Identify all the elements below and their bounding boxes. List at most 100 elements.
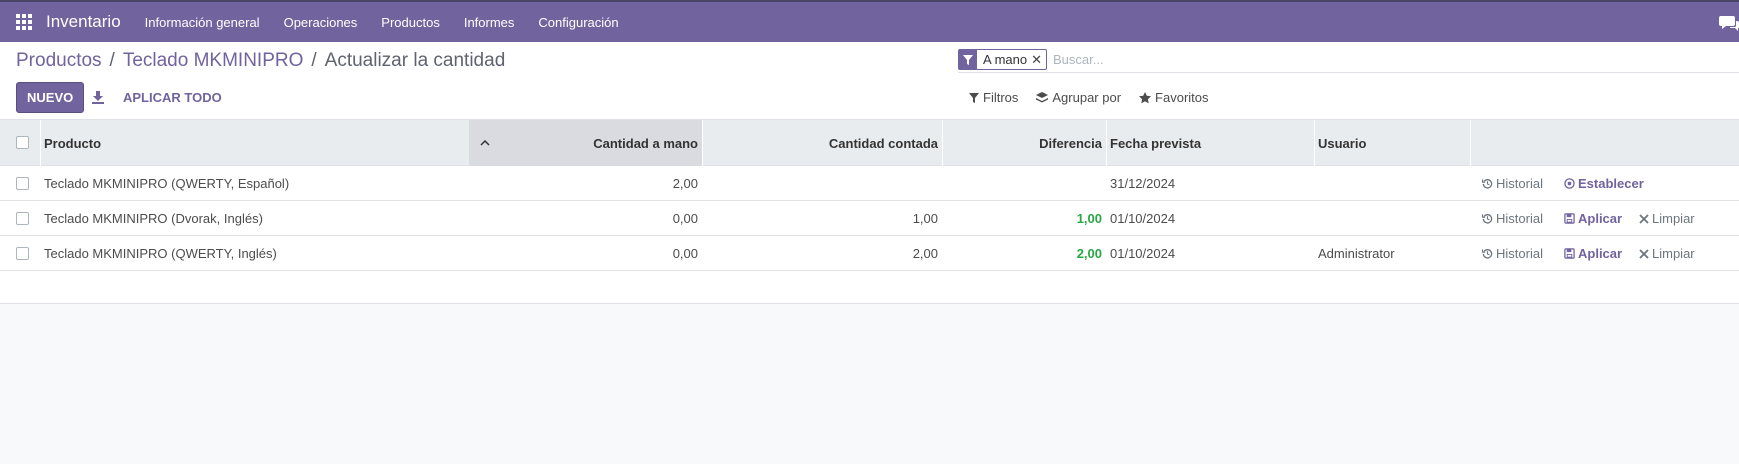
row-checkbox[interactable] <box>16 247 29 260</box>
breadcrumb-separator: / <box>109 50 115 71</box>
apply-label: Aplicar <box>1578 211 1623 226</box>
table-row[interactable]: Teclado MKMINIPRO (Dvorak, Inglés) 0,00 … <box>0 201 1739 236</box>
cell-user[interactable]: Administrator <box>1318 236 1468 271</box>
new-button[interactable]: NUEVO <box>16 82 85 113</box>
group-by-button[interactable]: Agrupar por <box>1036 90 1121 105</box>
search-options: Filtros Agrupar por Favoritos <box>969 90 1227 105</box>
close-icon <box>1639 213 1649 224</box>
apply-all-button[interactable]: APLICAR TODO <box>117 82 228 113</box>
search-input[interactable] <box>1053 52 1553 67</box>
search-facet: A mano ✕ <box>958 49 1047 70</box>
menu-informacion-general[interactable]: Información general <box>133 15 272 30</box>
cell-scheduled-date[interactable]: 31/12/2024 <box>1110 166 1310 201</box>
clear-button[interactable]: Limpiar <box>1639 201 1695 236</box>
search-bar: A mano ✕ <box>958 47 1739 73</box>
cell-product[interactable]: Teclado MKMINIPRO (QWERTY, Español) <box>44 166 464 201</box>
cell-on-hand[interactable]: 0,00 <box>500 236 698 271</box>
close-icon <box>1639 248 1649 259</box>
apply-button[interactable]: Aplicar <box>1564 236 1622 271</box>
cell-counted[interactable]: 2,00 <box>706 236 938 271</box>
download-icon[interactable] <box>91 90 105 104</box>
cell-user[interactable] <box>1318 201 1468 236</box>
table-header: Producto Cantidad a mano Cantidad contad… <box>0 120 1739 166</box>
top-navbar: Inventario Información general Operacion… <box>0 0 1739 42</box>
star-icon <box>1139 91 1152 103</box>
clear-label: Limpiar <box>1652 246 1695 261</box>
target-icon <box>1564 178 1575 189</box>
history-button[interactable]: Historial <box>1482 201 1543 236</box>
header-producto[interactable]: Producto <box>44 120 464 166</box>
apply-button[interactable]: Aplicar <box>1564 201 1622 236</box>
breadcrumb-productos[interactable]: Productos <box>16 50 102 72</box>
history-button[interactable]: Historial <box>1482 166 1543 201</box>
save-icon <box>1564 248 1575 259</box>
breadcrumb-current: Actualizar la cantidad <box>324 50 506 71</box>
row-checkbox[interactable] <box>16 212 29 225</box>
favorites-button[interactable]: Favoritos <box>1139 90 1209 105</box>
table-row[interactable]: Teclado MKMINIPRO (QWERTY, Inglés) 0,00 … <box>0 236 1739 271</box>
cell-user[interactable] <box>1318 166 1468 201</box>
column-divider <box>1314 120 1315 166</box>
history-label: Historial <box>1496 176 1543 191</box>
table-row[interactable]: Teclado MKMINIPRO (QWERTY, Español) 2,00… <box>0 166 1739 201</box>
chat-icon[interactable] <box>1719 14 1739 32</box>
breadcrumb-teclado[interactable]: Teclado MKMINIPRO <box>123 50 304 72</box>
history-label: Historial <box>1496 246 1543 261</box>
menu-informes[interactable]: Informes <box>452 15 527 30</box>
quants-table: Producto Cantidad a mano Cantidad contad… <box>0 120 1739 304</box>
menu-productos[interactable]: Productos <box>369 15 452 30</box>
sort-chevron-up-icon[interactable] <box>480 120 492 166</box>
filter-icon <box>969 92 979 103</box>
header-fecha-prevista[interactable]: Fecha prevista <box>1110 120 1310 166</box>
apply-label: Aplicar <box>1578 246 1623 261</box>
cell-counted[interactable]: 1,00 <box>706 201 938 236</box>
apps-menu-icon[interactable] <box>16 14 32 30</box>
breadcrumb: Productos / Teclado MKMINIPRO / Actualiz… <box>16 50 505 72</box>
history-button[interactable]: Historial <box>1482 236 1543 271</box>
filters-label: Filtros <box>983 90 1019 105</box>
table-empty-footer <box>0 271 1739 304</box>
filter-icon <box>959 50 977 69</box>
layers-icon <box>1036 91 1049 102</box>
history-icon <box>1482 249 1493 259</box>
column-divider <box>1106 120 1107 166</box>
group-by-label: Agrupar por <box>1052 90 1122 105</box>
filters-button[interactable]: Filtros <box>969 90 1018 105</box>
app-name[interactable]: Inventario <box>46 12 121 32</box>
header-usuario[interactable]: Usuario <box>1318 120 1468 166</box>
facet-label: A mano <box>983 52 1028 67</box>
breadcrumb-separator: / <box>311 50 317 71</box>
favorites-label: Favoritos <box>1155 90 1209 105</box>
control-panel: Productos / Teclado MKMINIPRO / Actualiz… <box>0 42 1739 120</box>
cell-product[interactable]: Teclado MKMINIPRO (Dvorak, Inglés) <box>44 201 464 236</box>
select-all-checkbox[interactable] <box>16 136 29 149</box>
cell-on-hand[interactable]: 2,00 <box>500 166 698 201</box>
save-icon <box>1564 213 1575 224</box>
header-diferencia[interactable]: Diferencia <box>946 120 1102 166</box>
menu-configuracion[interactable]: Configuración <box>526 15 630 30</box>
cell-difference: 2,00 <box>1076 246 1102 261</box>
cell-scheduled-date[interactable]: 01/10/2024 <box>1110 236 1310 271</box>
history-label: Historial <box>1496 211 1543 226</box>
header-cantidad-contada[interactable]: Cantidad contada <box>706 120 938 166</box>
clear-label: Limpiar <box>1652 211 1695 226</box>
facet-remove-icon[interactable]: ✕ <box>1031 52 1046 68</box>
column-divider <box>702 120 703 166</box>
header-cantidad-a-mano[interactable]: Cantidad a mano <box>500 120 698 166</box>
cell-product[interactable]: Teclado MKMINIPRO (QWERTY, Inglés) <box>44 236 464 271</box>
set-label: Establecer <box>1578 176 1644 191</box>
cell-difference <box>946 166 1102 201</box>
column-divider <box>942 120 943 166</box>
clear-button[interactable]: Limpiar <box>1639 236 1695 271</box>
cell-on-hand[interactable]: 0,00 <box>500 201 698 236</box>
column-divider <box>1470 120 1471 166</box>
column-divider <box>40 120 41 166</box>
cell-difference: 1,00 <box>1076 211 1102 226</box>
cell-scheduled-date[interactable]: 01/10/2024 <box>1110 201 1310 236</box>
set-button[interactable]: Establecer <box>1564 166 1644 201</box>
history-icon <box>1482 214 1493 224</box>
cell-counted[interactable] <box>706 166 938 201</box>
row-checkbox[interactable] <box>16 177 29 190</box>
menu-operaciones[interactable]: Operaciones <box>272 15 370 30</box>
history-icon <box>1482 179 1493 189</box>
